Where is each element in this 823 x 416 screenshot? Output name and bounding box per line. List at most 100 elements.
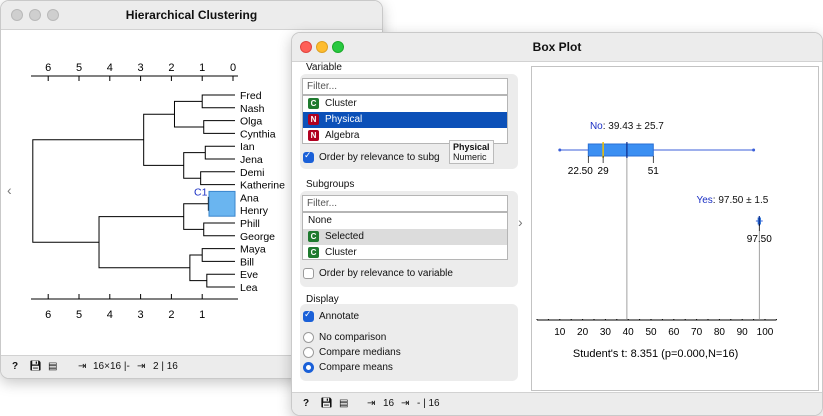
list-item-label: Selected — [325, 231, 364, 242]
dendrogram-branch — [206, 273, 235, 288]
leaf-label: Phill — [240, 218, 260, 230]
cluster-selection[interactable] — [208, 190, 236, 217]
compare-means-label: Compare means — [319, 362, 393, 373]
list-item-label: Cluster — [325, 247, 357, 258]
output-summary: 2 | 16 — [153, 361, 178, 372]
input-icon: ⇥ — [78, 361, 87, 372]
save-icon[interactable]: 💾︎ — [320, 398, 333, 409]
list-item-label: Algebra — [325, 130, 360, 141]
no-comparison-radio[interactable] — [303, 332, 314, 343]
axis-tick-label: 0 — [230, 62, 236, 74]
axis-tick-label: 6 — [45, 309, 51, 321]
axis-tick-label: 4 — [107, 309, 113, 321]
axis-tick-label: 5 — [76, 62, 82, 74]
leaf-label: Maya — [240, 244, 266, 256]
dendrogram-branch — [203, 120, 235, 134]
input-summary: 16 — [383, 398, 395, 409]
whisker-end — [558, 148, 562, 152]
compare-medians-radio[interactable] — [303, 347, 314, 358]
leaf-label: Henry — [240, 205, 269, 217]
variable-item-cluster[interactable]: C Cluster — [303, 96, 507, 112]
help-icon[interactable]: ? — [303, 398, 309, 409]
annotate-label: Annotate — [319, 311, 360, 322]
annotate-checkbox[interactable]: ✓ — [303, 309, 314, 322]
axis-tick-label: 3 — [138, 62, 144, 74]
dendrogram-branch — [204, 145, 235, 160]
collapse-panel-icon[interactable]: › — [518, 214, 523, 230]
x-axis-tick-label: 90 — [737, 327, 749, 338]
categorical-type-icon: C — [308, 98, 319, 109]
no-comparison-label: No comparison — [319, 332, 387, 343]
list-item-label: Cluster — [325, 98, 357, 109]
leaf-label: Bill — [240, 256, 254, 268]
box-no[interactable] — [587, 143, 654, 157]
x-axis-tick-label: 10 — [554, 327, 566, 338]
subgroup-item-none[interactable]: None — [303, 213, 507, 229]
order-by-relevance-to-variable-label: Order by relevance to variable — [319, 268, 453, 279]
numeric-type-icon: N — [308, 114, 319, 125]
categorical-type-icon: C — [308, 247, 319, 258]
tooltip-title: Physical — [453, 142, 490, 152]
leaf-label: Fred — [240, 90, 262, 102]
x-axis-tick-label: 20 — [577, 327, 589, 338]
axis-tick-label: 5 — [76, 309, 82, 321]
subgroups-list[interactable]: None C Selected C Cluster — [302, 212, 508, 260]
group-label-no: No: 39.43 ± 25.7 — [590, 121, 664, 132]
leaf-label: Ian — [240, 141, 255, 153]
dendrogram-branch — [203, 222, 235, 237]
x-axis-tick-label: 40 — [623, 327, 635, 338]
leaf-label: Nash — [240, 103, 265, 115]
dendrogram-branch — [201, 248, 235, 262]
compare-means-radio[interactable] — [303, 362, 314, 373]
axis-tick-label: 2 — [168, 62, 174, 74]
leaf-label: Eve — [240, 269, 258, 281]
order-by-relevance-to-variable-checkbox[interactable] — [303, 268, 314, 279]
x-axis-tick-label: 60 — [668, 327, 680, 338]
dendrogram-branch — [32, 139, 144, 243]
report-icon[interactable]: ▤ — [48, 361, 57, 372]
leaf-label: Lea — [240, 282, 258, 294]
leaf-label: Katherine — [240, 180, 285, 192]
categorical-type-icon: C — [308, 231, 319, 242]
dendrogram-branch — [173, 100, 204, 128]
axis-tick-label: 3 — [138, 309, 144, 321]
report-icon[interactable]: ▤ — [339, 398, 348, 409]
subgroups-header: Subgroups — [306, 179, 355, 190]
x-axis-tick-label: 80 — [714, 327, 726, 338]
variable-list[interactable]: C Cluster N Physical N Algebra — [302, 95, 508, 144]
x-axis-tick-label: 100 — [757, 327, 774, 338]
save-icon[interactable]: 💾︎ — [29, 361, 42, 372]
leaf-label: Olga — [240, 116, 262, 128]
axis-tick-label: 4 — [107, 62, 113, 74]
dendrogram-branch — [200, 171, 235, 186]
input-icon: ⇥ — [367, 398, 376, 409]
axis-tick-label: 6 — [45, 62, 51, 74]
leaf-label: Cynthia — [240, 128, 276, 140]
leaf-label: George — [240, 231, 275, 243]
stat-tick-label: 97.50 — [747, 234, 772, 245]
group-label-yes: Yes: 97.50 ± 1.5 — [696, 195, 768, 206]
leaf-label: Demi — [240, 167, 265, 179]
axis-tick-label: 1 — [199, 309, 205, 321]
order-by-relevance-to-subgroups-checkbox[interactable]: ✓ — [303, 150, 314, 163]
output-icon: ⇥ — [401, 398, 410, 409]
dendrogram-branch — [183, 152, 206, 179]
tooltip: Physical Numeric — [449, 140, 494, 164]
bp-status-bar: ? 💾︎ ▤ ⇥ 16 ⇥ - | 16 — [292, 392, 822, 415]
subgroups-filter-input[interactable]: Filter... — [302, 195, 508, 212]
bp-titlebar[interactable]: Box Plot — [292, 33, 822, 62]
box-plot-chart[interactable]: 10 20 30 40 50 60 70 80 90 100 Student's t: 8.351 … — [531, 66, 819, 391]
stat-tick-label: 51 — [648, 166, 660, 177]
compare-medians-label: Compare medians — [319, 347, 401, 358]
dendrogram-branch — [189, 254, 207, 282]
cluster-label: C1 — [194, 186, 208, 198]
subgroup-item-selected[interactable]: C Selected — [303, 229, 507, 245]
list-item-label: Physical — [325, 114, 363, 125]
variable-filter-input[interactable]: Filter... — [302, 78, 508, 95]
help-icon[interactable]: ? — [12, 361, 18, 372]
variable-header: Variable — [306, 62, 342, 73]
subgroup-item-cluster[interactable]: C Cluster — [303, 245, 507, 261]
variable-item-physical[interactable]: N Physical — [303, 112, 507, 128]
statistic-caption: Student's t: 8.351 (p=0.000,N=16) — [573, 348, 738, 360]
numeric-type-icon: N — [308, 130, 319, 141]
